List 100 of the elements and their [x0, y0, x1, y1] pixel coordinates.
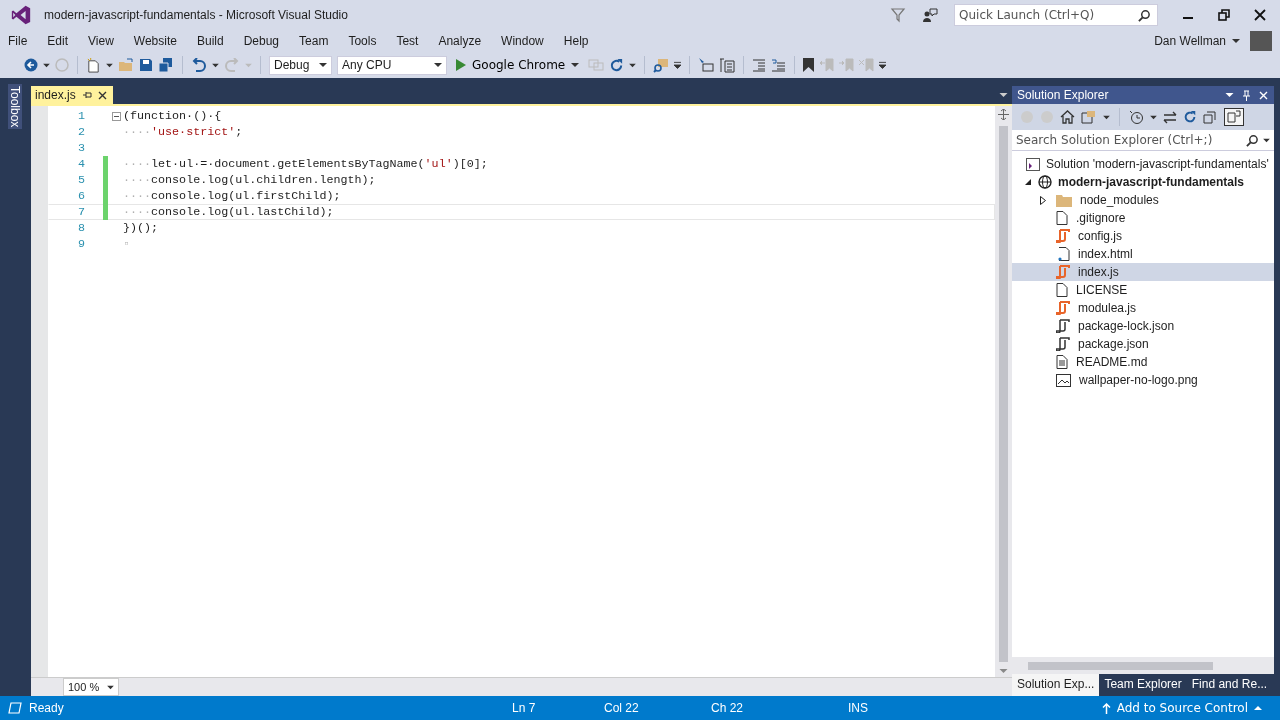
scrollbar[interactable]: [1028, 661, 1213, 670]
close-icon[interactable]: [97, 90, 107, 100]
undo-icon[interactable]: [191, 57, 207, 73]
find-in-files-icon[interactable]: [653, 57, 670, 73]
select-element-icon[interactable]: [698, 58, 715, 72]
tree-item[interactable]: node_modules: [1080, 193, 1159, 207]
menu-item[interactable]: Help: [563, 34, 589, 48]
zoom-dropdown[interactable]: 100 %: [63, 678, 119, 696]
char-indicator: Ch 22: [711, 701, 745, 715]
properties-icon[interactable]: [1224, 108, 1244, 126]
tree-item[interactable]: README.md: [1076, 355, 1148, 369]
caret-icon[interactable]: [212, 62, 219, 68]
overflow-icon[interactable]: [879, 61, 887, 69]
tree-item[interactable]: package-lock.json: [1078, 319, 1175, 333]
run-button[interactable]: Google Chrome: [452, 58, 584, 72]
tree-item[interactable]: Solution 'modern-javascript-fundamentals': [1046, 157, 1269, 171]
menu-item[interactable]: Analyze: [438, 34, 482, 48]
toolbox-tab[interactable]: Toolbox: [8, 84, 22, 130]
tree-item[interactable]: LICENSE: [1076, 283, 1128, 297]
home-icon[interactable]: [1060, 110, 1075, 124]
caret-icon[interactable]: [629, 62, 637, 68]
tree-item[interactable]: index.html: [1078, 247, 1133, 261]
menu-item[interactable]: Debug: [243, 34, 280, 48]
pending-changes-icon[interactable]: [1129, 109, 1144, 125]
text-file-icon: [1056, 355, 1068, 369]
caret-icon[interactable]: [1225, 92, 1234, 98]
tree-item[interactable]: config.js: [1078, 229, 1123, 243]
new-file-icon[interactable]: [86, 57, 101, 73]
menu-item[interactable]: Tools: [348, 34, 377, 48]
scrollbar[interactable]: [999, 126, 1008, 662]
restore-icon[interactable]: [1218, 9, 1230, 21]
script-file-icon: [1056, 319, 1070, 333]
outline-icon[interactable]: [719, 57, 736, 73]
save-all-icon[interactable]: [158, 57, 174, 73]
line-number: 8: [77, 221, 85, 235]
menu-item[interactable]: Edit: [47, 34, 69, 48]
menu-item[interactable]: Test: [396, 34, 419, 48]
file-icon: [1056, 283, 1068, 297]
tree-item[interactable]: index.js: [1078, 265, 1119, 279]
menu-item[interactable]: File: [8, 34, 28, 48]
caret-icon[interactable]: [106, 62, 113, 68]
caret-icon[interactable]: [999, 92, 1008, 98]
save-icon[interactable]: [139, 58, 153, 72]
bookmark-icon[interactable]: [803, 58, 815, 72]
tree-item[interactable]: modern-javascript-fundamentals: [1058, 175, 1245, 189]
comment-lines-icon[interactable]: [771, 58, 787, 72]
pin-icon[interactable]: [81, 90, 92, 100]
tree-item[interactable]: .gitignore: [1076, 211, 1126, 225]
menu-item[interactable]: Build: [196, 34, 224, 48]
user-name[interactable]: Dan Wellman: [1154, 34, 1226, 48]
script-file-icon: [1056, 265, 1070, 279]
expand-arrow-icon[interactable]: [1040, 195, 1046, 205]
source-control-button[interactable]: Add to Source Control: [1095, 700, 1268, 716]
caret-icon[interactable]: [1232, 38, 1240, 44]
code-line: ····'use·strict';: [123, 125, 243, 139]
tree-item[interactable]: wallpaper-no-logo.png: [1079, 373, 1198, 387]
back-icon[interactable]: [24, 58, 38, 72]
line-number: 7: [77, 205, 85, 219]
panel-tab[interactable]: Team Explorer: [1099, 674, 1187, 696]
caret-icon[interactable]: [1150, 114, 1157, 120]
search-icon: [1138, 8, 1151, 22]
sync-icon[interactable]: [1163, 110, 1177, 124]
scroll-down-icon[interactable]: [999, 668, 1008, 674]
menu-item[interactable]: View: [88, 34, 114, 48]
feedback-icon[interactable]: [922, 7, 938, 23]
script-file-icon: [1056, 337, 1070, 351]
quick-launch-field[interactable]: Quick Launch (Ctrl+Q): [954, 4, 1158, 26]
play-icon: [456, 59, 466, 71]
switch-views-icon[interactable]: [1081, 110, 1097, 124]
line-number: 3: [77, 141, 85, 155]
caret-icon[interactable]: [1103, 114, 1110, 120]
globe-icon: [1038, 175, 1052, 189]
tree-item[interactable]: modulea.js: [1078, 301, 1137, 315]
code-line: ▫: [123, 237, 130, 251]
collapse-icon[interactable]: [112, 111, 121, 121]
search-field[interactable]: Search Solution Explorer (Ctrl+;): [1012, 130, 1274, 151]
editor-tab[interactable]: index.js: [31, 86, 113, 104]
overflow-icon[interactable]: [674, 61, 682, 69]
configuration-dropdown[interactable]: Debug: [269, 55, 332, 75]
close-icon[interactable]: [1254, 9, 1266, 21]
indent-icon[interactable]: [752, 58, 767, 72]
refresh-icon[interactable]: [609, 57, 625, 73]
filter-icon[interactable]: [890, 7, 906, 23]
menu-item[interactable]: Window: [501, 34, 544, 48]
menu-item[interactable]: Team: [299, 34, 329, 48]
caret-icon[interactable]: [43, 62, 50, 68]
platform-dropdown[interactable]: Any CPU: [337, 55, 447, 75]
refresh-icon[interactable]: [1183, 110, 1197, 124]
split-icon[interactable]: [998, 109, 1009, 120]
collapse-all-icon[interactable]: [1203, 110, 1216, 124]
code-line: ····console.log(ul.lastChild);: [123, 205, 334, 219]
panel-tab[interactable]: Solution Exp...: [1012, 674, 1100, 696]
line-number: 1: [77, 109, 85, 123]
code-line: ····console.log(ul.firstChild);: [123, 189, 341, 203]
panel-tab[interactable]: Find and Re...: [1186, 674, 1273, 696]
tree-item[interactable]: package.json: [1078, 337, 1149, 351]
caret-icon[interactable]: [1263, 137, 1270, 143]
menu-item[interactable]: Website: [133, 34, 177, 48]
expand-arrow-icon[interactable]: [1024, 178, 1032, 186]
line-number: 6: [77, 189, 85, 203]
